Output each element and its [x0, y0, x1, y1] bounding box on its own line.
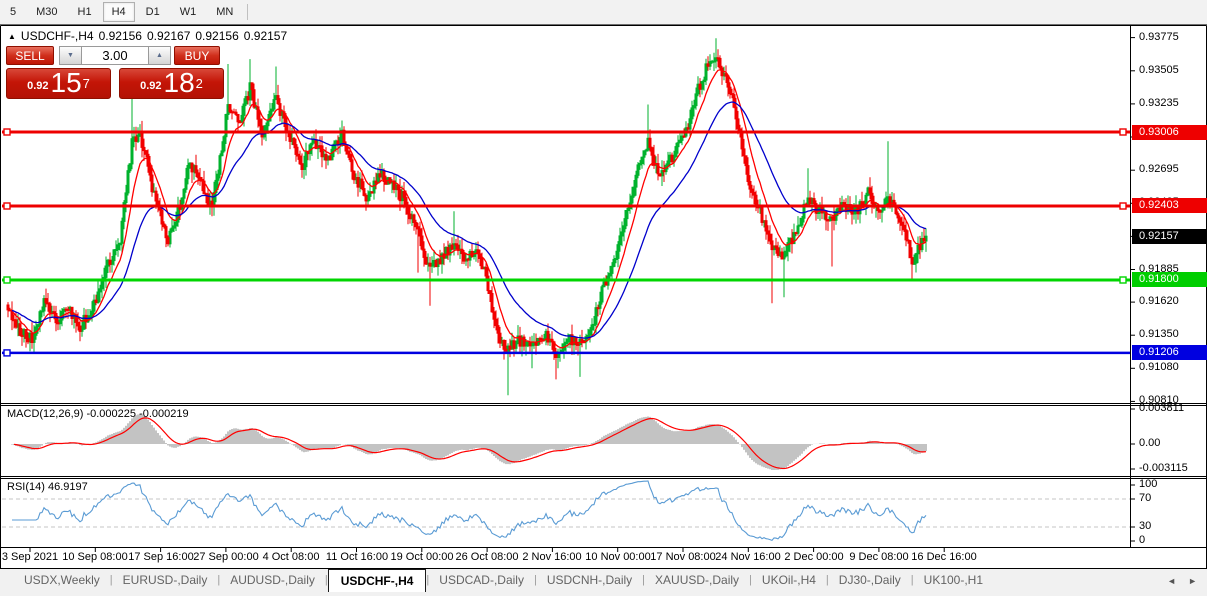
timeframe-button-d1[interactable]: D1: [137, 2, 169, 22]
volume-increase-button[interactable]: ▲: [148, 46, 171, 65]
bid-pips: 15: [50, 67, 82, 98]
chart-tab-bar: USDX,Weekly | EURUSD-,Daily | AUDUSD-,Daily |…: [0, 569, 1207, 596]
macd-indicator-label: MACD(12,26,9) -0.000225 -0.000219: [7, 408, 189, 420]
timeframe-button-h1[interactable]: H1: [69, 2, 101, 22]
price-tick-label: 0.93505: [1139, 64, 1179, 76]
rsi-axis-label: 70: [1139, 492, 1152, 504]
timeframe-button-m30[interactable]: M30: [27, 2, 66, 22]
price-badge-0.92403: 0.92403: [1132, 198, 1207, 213]
price-badge-0.93006: 0.93006: [1132, 125, 1207, 140]
timeframe-toolbar: 5 M30 H1 H4 D1 W1 MN: [0, 0, 1207, 25]
chart-tab-usdcnh[interactable]: USDCNH-,Daily: [537, 571, 642, 589]
bid-point: 7: [82, 76, 90, 91]
price-tick-label: 0.91350: [1139, 328, 1179, 340]
macd-histogram: [11, 414, 927, 470]
bid-prefix: 0.92: [27, 80, 49, 92]
price-tick-label: 0.91620: [1139, 295, 1179, 307]
chart-tab-dj30[interactable]: DJ30-,Daily: [829, 571, 911, 589]
line-handle[interactable]: [1119, 202, 1127, 210]
volume-input[interactable]: [82, 46, 148, 65]
rsi-axis-label: 30: [1139, 520, 1152, 532]
timeframe-button-mn[interactable]: MN: [207, 2, 242, 22]
symbol-period-label: USDCHF-,H4: [20, 29, 94, 43]
tab-scroll-left-icon[interactable]: ◄: [1167, 576, 1176, 586]
collapse-panel-icon[interactable]: ▲: [8, 32, 16, 41]
chart-tab-xauusd[interactable]: XAUUSD-,Daily: [645, 571, 749, 589]
line-handle[interactable]: [1119, 276, 1127, 284]
price-tick-label: 0.91080: [1139, 361, 1179, 373]
ask-prefix: 0.92: [140, 80, 162, 92]
toolbar-separator: [247, 4, 249, 20]
macd-axis-label: 0.00: [1139, 437, 1161, 449]
ohlc-close: 0.92157: [243, 29, 288, 43]
line-handle[interactable]: [1119, 128, 1127, 136]
tab-scroll-right-icon[interactable]: ►: [1188, 576, 1197, 586]
rsi-axis-label: 0: [1139, 534, 1146, 546]
chart-tab-usdcad[interactable]: USDCAD-,Daily: [429, 571, 534, 589]
price-badge-0.91206: 0.91206: [1132, 345, 1207, 360]
ma-slow-line: [11, 101, 927, 339]
ma-fast-line: [11, 69, 927, 349]
line-handle[interactable]: [3, 349, 11, 357]
ask-pips: 18: [163, 67, 195, 98]
rsi-line: [12, 480, 927, 542]
rsi-axis-label: 100: [1139, 478, 1158, 490]
ohlc-high: 0.92167: [146, 29, 191, 43]
ask-quote-button[interactable]: 0.92 18 2: [119, 68, 224, 99]
chart-tab-audusd[interactable]: AUDUSD-,Daily: [220, 571, 325, 589]
sell-button[interactable]: SELL: [6, 46, 54, 65]
buy-button[interactable]: BUY: [174, 46, 220, 65]
line-handle[interactable]: [3, 202, 11, 210]
price-tick-label: 0.93775: [1139, 31, 1179, 43]
macd-axis-label: -0.003115: [1139, 462, 1188, 474]
date-label: 16 Dec 16:00: [911, 551, 977, 563]
timeframe-button-h4[interactable]: H4: [102, 2, 135, 22]
bid-quote-button[interactable]: 0.92 15 7: [6, 68, 111, 99]
price-badge-0.91800: 0.91800: [1132, 272, 1207, 287]
ohlc-open: 0.92156: [98, 29, 142, 43]
chart-tab-eurusd[interactable]: EURUSD-,Daily: [113, 571, 218, 589]
price-badge-0.92157: 0.92157: [1132, 229, 1207, 244]
line-handle[interactable]: [3, 128, 11, 136]
chart-tab-usdchf[interactable]: USDCHF-,H4: [327, 569, 427, 592]
chart-tab-ukoil[interactable]: UKOil-,H4: [752, 571, 826, 589]
line-handle[interactable]: [3, 276, 11, 284]
price-tick-label: 0.93235: [1139, 97, 1179, 109]
one-click-trading-panel: SELL ▼ ▲ BUY 0.92 15 7 0.92 18 2: [6, 46, 224, 99]
price-tick-label: 0.92695: [1139, 163, 1179, 175]
chart-title: ▲ USDCHF-,H4 0.92156 0.92167 0.92156 0.9…: [8, 29, 287, 43]
chart-tab-uk100[interactable]: UK100-,H1: [914, 571, 993, 589]
timeframe-button-w1[interactable]: W1: [171, 2, 206, 22]
timeframe-button-5[interactable]: 5: [1, 2, 25, 22]
macd-axis-label: 0.003811: [1139, 402, 1185, 414]
chart-tab-usdx[interactable]: USDX,Weekly: [14, 571, 110, 589]
ohlc-low: 0.92156: [195, 29, 239, 43]
rsi-indicator-label: RSI(14) 46.9197: [7, 481, 88, 493]
volume-decrease-button[interactable]: ▼: [59, 46, 82, 65]
ask-point: 2: [195, 76, 203, 91]
